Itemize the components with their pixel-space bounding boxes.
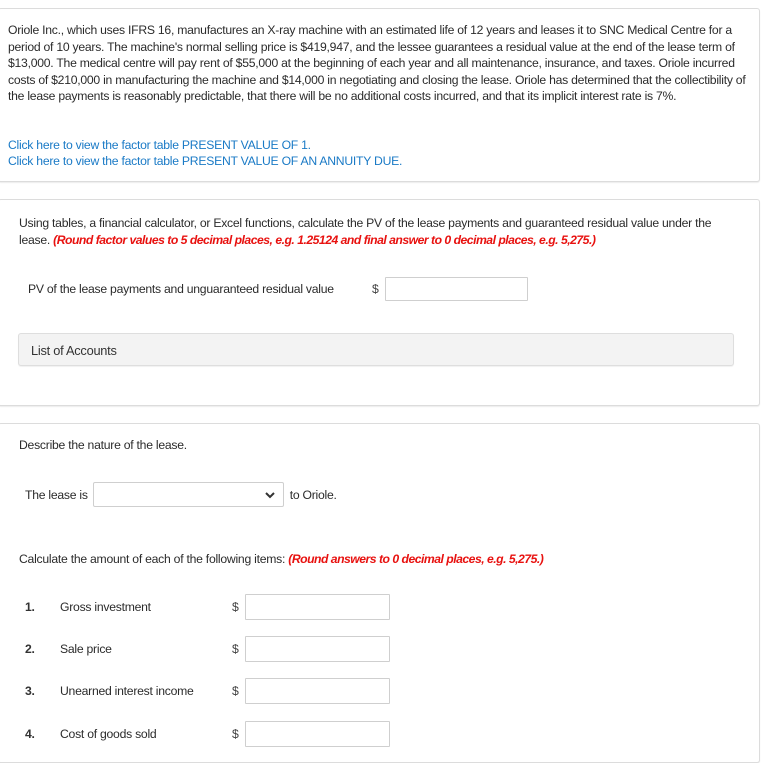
item-label: Cost of goods sold (60, 727, 157, 741)
dollar-sign: $ (372, 282, 379, 296)
gross-investment-input[interactable] (244, 594, 390, 620)
lease-suffix-label: to Oriole. (289, 487, 337, 502)
chevron-down-icon (265, 492, 275, 499)
pv-answer-row: PV of the lease payments and unguarantee… (28, 277, 528, 301)
lease-nature-card: Describe the nature of the lease. The le… (0, 423, 760, 763)
pv-of-1-link[interactable]: Click here to view the factor table PRES… (8, 137, 402, 153)
lease-prefix-label: The lease is (25, 487, 88, 502)
dollar-sign: $ (232, 600, 239, 614)
item-number: 3. (25, 684, 35, 698)
dollar-sign: $ (232, 642, 239, 656)
item-number: 4. (25, 727, 35, 741)
problem-card: Oriole Inc., which uses IFRS 16, manufac… (0, 8, 760, 182)
item-row-unearned-interest: 3. Unearned interest income $ (25, 678, 390, 704)
item-row-sale-price: 2. Sale price $ (25, 636, 390, 662)
item-row-gross-investment: 1. Gross investment $ (25, 594, 390, 620)
problem-text: Oriole Inc., which uses IFRS 16, manufac… (8, 23, 746, 104)
list-of-accounts-button[interactable]: List of Accounts (18, 333, 734, 366)
item-number: 2. (25, 642, 35, 656)
pv-input[interactable] (384, 277, 528, 301)
cogs-input[interactable] (244, 721, 390, 747)
dollar-sign: $ (232, 684, 239, 698)
calc-instruction: Calculate the amount of each of the foll… (19, 552, 544, 566)
item-number: 1. (25, 600, 35, 614)
unearned-interest-input[interactable] (244, 678, 390, 704)
item-label: Gross investment (60, 600, 151, 614)
sale-price-input[interactable] (244, 636, 390, 662)
lease-nature-row: The lease is to Oriole. (25, 482, 337, 507)
pv-field-label: PV of the lease payments and unguarantee… (28, 282, 334, 296)
factor-table-links: Click here to view the factor table PRES… (8, 137, 402, 169)
pv-rounding-note: (Round factor values to 5 decimal places… (53, 233, 596, 247)
pv-annuity-due-link[interactable]: Click here to view the factor table PRES… (8, 153, 402, 169)
dollar-sign: $ (232, 727, 239, 741)
calc-instruction-text: Calculate the amount of each of the foll… (19, 552, 289, 566)
calc-rounding-note: (Round answers to 0 decimal places, e.g.… (288, 552, 544, 566)
describe-instruction: Describe the nature of the lease. (19, 438, 187, 452)
item-label: Unearned interest income (60, 684, 194, 698)
item-label: Sale price (60, 642, 112, 656)
pv-instruction: Using tables, a financial calculator, or… (19, 215, 739, 249)
lease-type-dropdown[interactable] (92, 482, 284, 507)
pv-question-card: Using tables, a financial calculator, or… (0, 199, 760, 406)
item-row-cost-of-goods-sold: 4. Cost of goods sold $ (25, 721, 390, 747)
